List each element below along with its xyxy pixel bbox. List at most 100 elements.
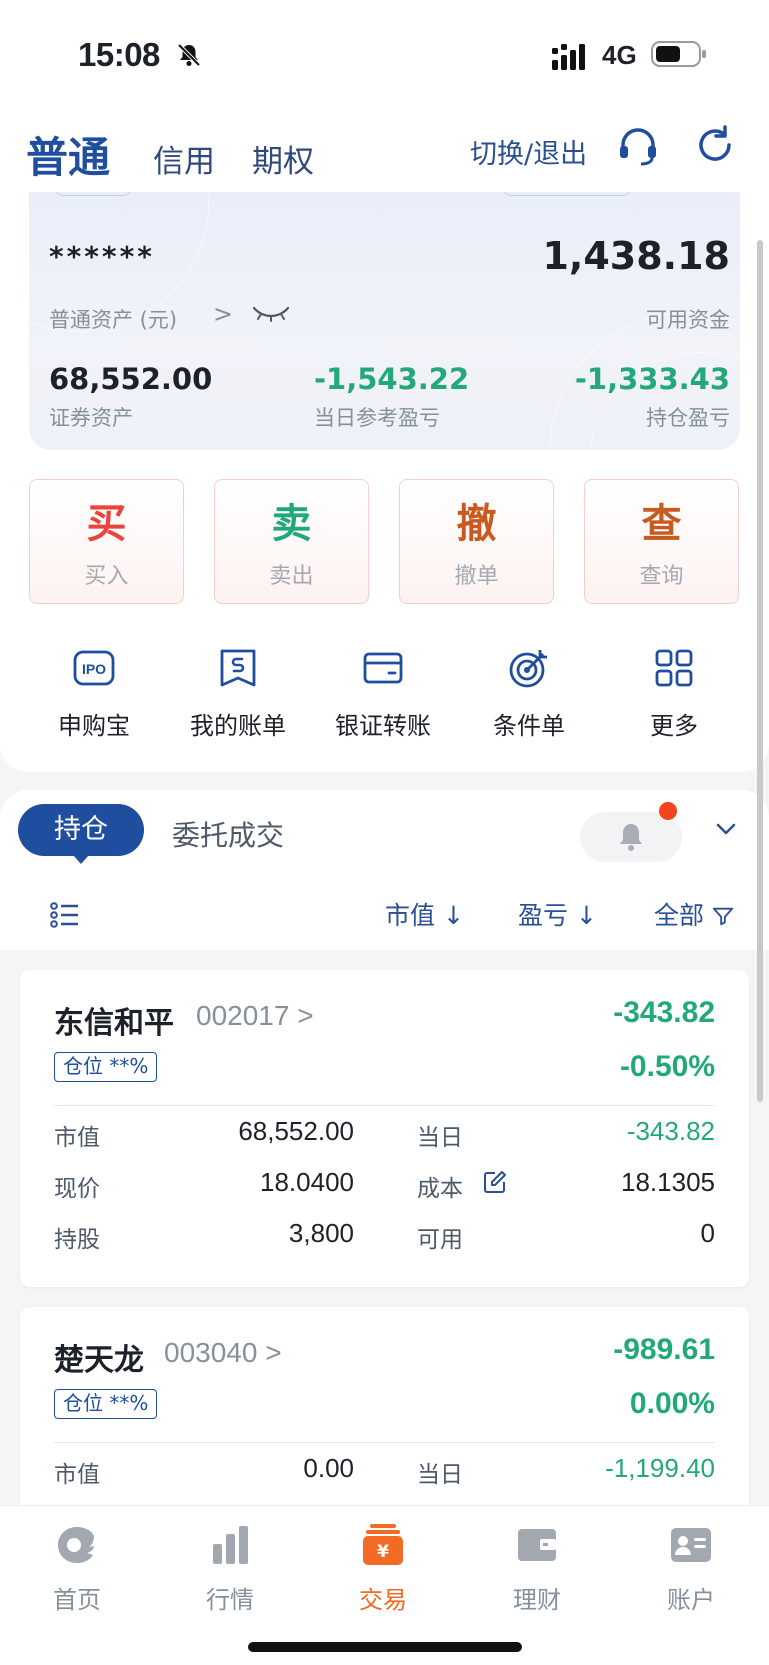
filter-icon <box>712 907 734 926</box>
sell-button[interactable]: 卖 卖出 <box>214 479 369 604</box>
wallet-icon <box>518 1529 556 1561</box>
status-time: 15:08 <box>78 36 160 73</box>
buy-glyph: 买 <box>86 501 127 547</box>
home-indicator[interactable] <box>248 1642 522 1652</box>
stock-code[interactable]: 003040 > <box>164 1337 282 1369</box>
tab-holdings[interactable]: 持仓 <box>18 804 144 864</box>
tool-bill[interactable]: 我的账单 <box>178 646 298 741</box>
tool-label: 更多 <box>650 712 698 740</box>
cancel-glyph: 撤 <box>456 501 497 547</box>
notification-dot <box>659 802 677 820</box>
headset-icon[interactable] <box>616 124 660 168</box>
account-icon <box>671 1528 711 1562</box>
shares-label: 持股 <box>54 1227 100 1253</box>
list-view-icon[interactable] <box>50 902 80 928</box>
cancel-order-button[interactable]: 撤 撤单 <box>399 479 554 604</box>
tab-option[interactable]: 期权 <box>252 136 314 181</box>
bottom-tab-bar: 首页 行情 ¥ 交易 理财 账户 <box>0 1505 769 1665</box>
tool-label: 申购宝 <box>58 712 130 740</box>
tab-label: 首页 <box>53 1586 101 1614</box>
sort-market-value[interactable]: 市值 ↓ <box>385 896 464 932</box>
tab-credit[interactable]: 信用 <box>153 136 215 181</box>
tool-bank-transfer[interactable]: 银证转账 <box>323 646 443 741</box>
securities-assets-value: 68,552.00 <box>49 362 213 396</box>
chevron-right-icon: > <box>297 1000 314 1031</box>
bell-icon <box>620 824 642 851</box>
cancel-label: 撤单 <box>454 564 499 589</box>
position-pnl-percent: 0.00% <box>629 1387 715 1420</box>
tab-trade[interactable]: ¥ 交易 <box>328 1524 438 1615</box>
tool-ipo[interactable]: IPO 申购宝 <box>34 646 154 741</box>
tool-conditional-order[interactable]: 条件单 <box>469 646 589 741</box>
price-label: 现价 <box>54 1176 100 1202</box>
stock-name: 楚天龙 <box>54 1343 144 1378</box>
status-bar: 15:08 4G <box>0 0 769 110</box>
market-value: 0.00 <box>303 1453 354 1483</box>
tab-orders-trades[interactable]: 委托成交 <box>172 814 284 854</box>
masked-total-assets: ****** <box>49 240 155 273</box>
day-pnl: -1,199.40 <box>605 1453 715 1483</box>
sort-pnl[interactable]: 盈亏 ↓ <box>518 896 597 932</box>
day-pnl-label: 当日参考盈亏 <box>314 406 440 430</box>
battery-icon <box>651 41 706 67</box>
chart-icon <box>213 1526 248 1564</box>
available-funds-value: 1,438.18 <box>542 234 730 278</box>
divider <box>54 1442 715 1443</box>
available-label: 可用 <box>417 1227 463 1253</box>
scrollbar[interactable] <box>757 240 763 1102</box>
tool-label: 银证转账 <box>335 712 431 740</box>
divider <box>54 1105 715 1106</box>
svg-text:¥: ¥ <box>377 1542 389 1562</box>
query-glyph: 查 <box>641 501 682 547</box>
position-card[interactable]: 东信和平 002017 > -343.82 仓位 **% -0.50% 市值 6… <box>20 970 749 1287</box>
tab-account[interactable]: 账户 <box>636 1524 746 1615</box>
network-type: 4G <box>602 40 637 70</box>
market-value-label: 市值 <box>54 1125 100 1151</box>
stock-name: 东信和平 <box>54 1006 174 1041</box>
tab-market[interactable]: 行情 <box>175 1524 285 1615</box>
chevron-right-icon: > <box>265 1337 282 1368</box>
tool-more[interactable]: 更多 <box>614 646 734 741</box>
ipo-icon: IPO <box>73 650 115 686</box>
query-label: 查询 <box>639 564 684 589</box>
market-value: 68,552.00 <box>238 1116 354 1146</box>
card-top-tab <box>503 192 631 196</box>
buy-button[interactable]: 买 买入 <box>29 479 184 604</box>
normal-assets-label[interactable]: 普通资产 (元) <box>49 304 177 334</box>
day-pnl: -343.82 <box>626 1116 715 1146</box>
sell-glyph: 卖 <box>271 501 312 547</box>
position-pnl: -989.61 <box>613 1333 715 1366</box>
card-icon <box>363 652 403 684</box>
chevron-right-icon[interactable]: > <box>213 300 233 328</box>
target-icon <box>509 650 547 688</box>
svg-text:IPO: IPO <box>82 661 106 677</box>
filter-label: 全部 <box>654 901 705 930</box>
grid-icon <box>655 649 693 687</box>
position-pnl: -343.82 <box>613 996 715 1029</box>
tab-label: 交易 <box>359 1586 407 1614</box>
tab-normal[interactable]: 普通 <box>26 124 110 185</box>
tab-home[interactable]: 首页 <box>22 1524 132 1615</box>
refresh-icon[interactable] <box>694 124 736 166</box>
stock-code[interactable]: 002017 > <box>196 1000 314 1032</box>
position-card[interactable]: 楚天龙 003040 > -989.61 仓位 **% 0.00% 市值 0.0… <box>20 1307 749 1527</box>
home-icon <box>58 1527 94 1563</box>
tab-label: 行情 <box>206 1586 254 1614</box>
account-type-header: 普通 信用 期权 切换/退出 <box>0 110 769 192</box>
tab-wealth[interactable]: 理财 <box>482 1524 592 1615</box>
query-button[interactable]: 查 查询 <box>584 479 739 604</box>
stock-code-text: 003040 <box>164 1337 258 1368</box>
tab-label: 账户 <box>667 1586 715 1614</box>
available-shares: 0 <box>700 1218 715 1248</box>
filter-all[interactable]: 全部 <box>654 896 734 932</box>
current-price: 18.0400 <box>260 1167 354 1197</box>
switch-exit-link[interactable]: 切换/退出 <box>470 132 587 171</box>
day-label: 当日 <box>417 1462 463 1488</box>
position-pnl-value: -1,333.43 <box>574 362 730 396</box>
edit-icon[interactable] <box>482 1169 508 1195</box>
eye-closed-icon[interactable] <box>251 302 291 324</box>
chevron-down-icon[interactable] <box>714 820 738 838</box>
cost-label: 成本 <box>417 1176 463 1202</box>
cost-price: 18.1305 <box>621 1167 715 1197</box>
sell-label: 卖出 <box>269 564 314 589</box>
